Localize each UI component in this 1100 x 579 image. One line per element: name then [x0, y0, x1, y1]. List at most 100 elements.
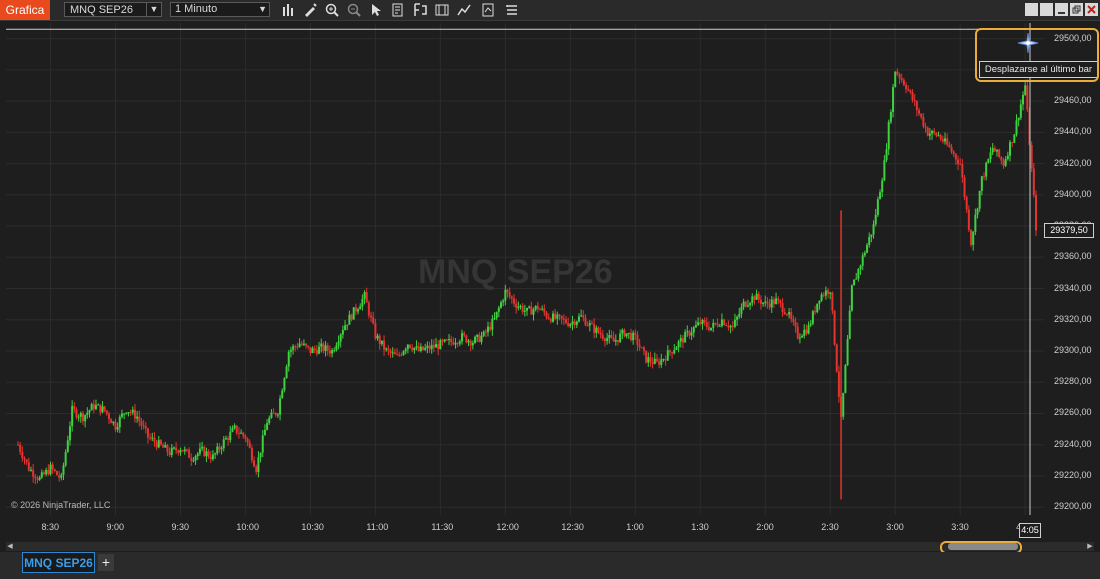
candle-body: [240, 432, 243, 434]
chart-trader-icon[interactable]: [480, 2, 496, 18]
candle-body: [333, 350, 336, 352]
strategy-icon[interactable]: [434, 2, 450, 18]
candle-body: [1032, 168, 1035, 196]
candle-body: [991, 148, 994, 153]
horizontal-scrollbar[interactable]: ◀ ▶: [6, 542, 1094, 551]
candle-body: [556, 314, 559, 319]
candle-body: [1000, 156, 1003, 161]
tile-icon[interactable]: [1040, 3, 1053, 16]
candle-body: [915, 101, 918, 111]
candle-body: [606, 338, 609, 342]
candle-body: [118, 416, 121, 428]
candle-body: [49, 464, 52, 475]
candle-body: [944, 138, 947, 142]
candle-body: [493, 318, 496, 320]
candle-body: [521, 306, 524, 312]
candle-body: [90, 404, 93, 411]
candle-body: [350, 314, 353, 320]
copyright-text: © 2026 NinjaTrader, LLC: [11, 500, 111, 510]
candle-body: [783, 312, 786, 315]
price-tick-label: 29420,00: [1054, 157, 1092, 168]
candle-body: [593, 324, 596, 333]
zoom-in-icon[interactable]: [324, 2, 340, 18]
candle-body: [931, 130, 934, 134]
candle-body: [694, 325, 697, 328]
candle-body: [645, 350, 648, 363]
properties-icon[interactable]: [390, 2, 406, 18]
candle-body: [913, 100, 916, 102]
more-menu-icon[interactable]: [504, 2, 520, 18]
candle-body: [577, 316, 580, 322]
candle-body: [627, 332, 630, 334]
candle-body: [417, 346, 420, 351]
candle-body: [365, 292, 368, 303]
tab-mnq-sep26[interactable]: MNQ SEP26: [22, 552, 95, 573]
instrument-select[interactable]: MNQ SEP26 ▼: [64, 2, 162, 17]
restore-icon[interactable]: [1070, 3, 1083, 16]
candle-body: [541, 308, 544, 310]
app-tab[interactable]: Grafica: [0, 0, 50, 20]
candle-body: [437, 344, 440, 350]
minimize-icon[interactable]: [1055, 3, 1068, 16]
candle-body: [857, 269, 860, 279]
candle-body: [528, 306, 531, 308]
add-tab-button[interactable]: +: [98, 554, 114, 571]
bar-chart-icon[interactable]: [281, 2, 297, 18]
candle-body: [27, 461, 30, 471]
candle-body: [894, 71, 897, 88]
candle-body: [296, 346, 299, 348]
time-axis[interactable]: 8:30 9:00 9:30 10:00 10:30 11:00 11:30 12:00 12:…: [6, 515, 1100, 540]
candle-body: [753, 296, 756, 300]
candle-body: [201, 446, 204, 449]
zoom-out-icon[interactable]: [346, 2, 362, 18]
candle-body: [170, 447, 173, 456]
candle-body: [211, 454, 214, 460]
time-tick-label: 11:30: [431, 522, 454, 532]
candle-body: [99, 404, 102, 413]
time-tick-label: 10:30: [301, 522, 324, 532]
interval-select[interactable]: 1 Minuto ▼: [170, 2, 270, 17]
candle-body: [523, 310, 526, 312]
tile-icon[interactable]: [1025, 3, 1038, 16]
chart-panel[interactable]: MNQ SEP26 © 2026 NinjaTrader, LLC: [6, 23, 1044, 515]
candle-body: [649, 357, 652, 363]
scroll-right-icon[interactable]: ▶: [1086, 542, 1094, 551]
price-axis[interactable]: 29500,0029480,0029460,0029440,0029420,00…: [1044, 23, 1100, 515]
candle-body: [341, 330, 344, 335]
candle-body: [688, 331, 691, 336]
candle-body: [937, 135, 940, 137]
candle-body: [17, 444, 19, 446]
candle-body: [192, 460, 195, 462]
candle-body: [266, 423, 269, 430]
candle-body: [19, 444, 22, 452]
candle-body: [595, 327, 598, 333]
candle-body: [762, 302, 765, 304]
cursor-icon[interactable]: [368, 2, 384, 18]
close-icon[interactable]: [1085, 3, 1098, 16]
candle-body: [487, 326, 490, 333]
candle-body: [441, 340, 444, 342]
template-icon[interactable]: [412, 2, 428, 18]
candle-body: [777, 298, 780, 301]
candle-body: [662, 359, 665, 361]
price-tick-label: 29440,00: [1054, 126, 1092, 137]
price-tick-label: 29400,00: [1054, 188, 1092, 199]
time-tick-label: 1:00: [626, 522, 644, 532]
candle-body: [292, 346, 295, 350]
candle-body: [32, 469, 35, 477]
candle-body: [599, 332, 602, 335]
candle-body: [309, 347, 312, 354]
candle-body: [430, 344, 433, 350]
candle-body: [718, 325, 721, 327]
candle-body: [980, 176, 983, 191]
candle-body: [948, 144, 951, 148]
chevron-down-icon[interactable]: ▼: [146, 3, 161, 16]
pencil-icon[interactable]: [302, 2, 318, 18]
candle-body: [610, 335, 613, 338]
candle-body: [933, 130, 936, 133]
candle-body: [666, 350, 669, 361]
candle-body: [413, 347, 416, 351]
scroll-left-icon[interactable]: ◀: [6, 542, 14, 551]
time-tick-label: 8:30: [41, 522, 60, 532]
indicator-icon[interactable]: [456, 2, 472, 18]
